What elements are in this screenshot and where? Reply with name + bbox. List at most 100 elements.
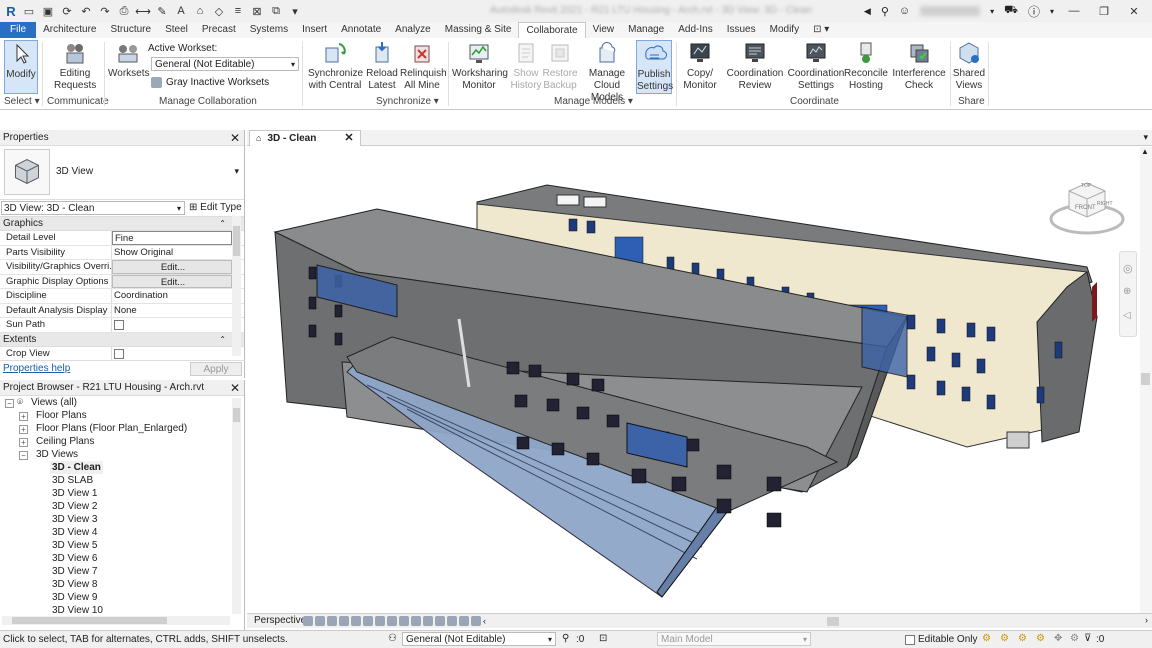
publish-settings-button[interactable]: Publish Settings (636, 40, 673, 94)
detail-level-icon[interactable] (315, 616, 325, 626)
active-workset-select[interactable]: General (Not Editable) ▾ (151, 57, 299, 71)
3d-view-canvas[interactable]: FRONT TOP RIGHT ◎ ⊕ ◁ (247, 147, 1140, 613)
tab-menu-icon[interactable]: ▾ (1143, 132, 1148, 143)
reconcile-hosting-button[interactable]: Reconcile Hosting (844, 40, 888, 92)
tree-item-3d-view[interactable]: 3D View 8 (52, 578, 97, 591)
tab-architecture[interactable]: Architecture (36, 22, 103, 38)
coordination-review-button[interactable]: Coordination Review (726, 40, 784, 92)
collapse-icon[interactable]: ◀ (864, 6, 871, 17)
select-pinned-icon[interactable]: ⚙ (1018, 633, 1027, 644)
expand-toggle[interactable]: + (19, 438, 28, 447)
editable-icon[interactable]: ⚲ (562, 633, 569, 644)
sync-icon[interactable]: ⟳ (59, 3, 75, 19)
tree-item-ceiling-plans[interactable]: Ceiling Plans (36, 435, 94, 448)
interference-check-button[interactable]: Interference Check (892, 40, 946, 92)
instance-selector[interactable]: 3D View: 3D - Clean ▾ (1, 201, 185, 215)
tag-icon[interactable]: ✎ (154, 3, 170, 19)
visibility-graphics-edit-button[interactable]: Edit... (112, 260, 232, 274)
worksharing-display-icon[interactable] (435, 616, 445, 626)
save-icon[interactable]: ▣ (40, 3, 56, 19)
synchronize-with-central-button[interactable]: Synchronize with Central (308, 40, 363, 92)
worksharing-monitor-button[interactable]: Worksharing Monitor (452, 40, 508, 92)
reveal-constraints-icon[interactable] (471, 616, 481, 626)
editable-only-toggle[interactable]: Editable Only (905, 634, 977, 645)
tab-add-ins[interactable]: Add-Ins (671, 22, 719, 38)
highlight-displacement-icon[interactable] (459, 616, 469, 626)
extents-section[interactable]: Extents ⌃ (0, 332, 244, 347)
view-vertical-scrollbar[interactable]: ▲ (1140, 147, 1152, 613)
tree-item-3d-view[interactable]: 3D View 9 (52, 591, 97, 604)
coordination-settings-button[interactable]: Coordination Settings (786, 40, 846, 92)
measure-icon[interactable]: ⟷ (135, 3, 151, 19)
customize-icon[interactable]: ▾ (287, 3, 303, 19)
scroll-thumb[interactable] (233, 226, 240, 256)
chevron-down-icon[interactable]: ▾ (990, 7, 994, 16)
text-icon[interactable]: A (173, 3, 189, 19)
render-icon[interactable] (363, 616, 373, 626)
reload-latest-button[interactable]: Reload Latest (364, 40, 400, 92)
tab-annotate[interactable]: Annotate (334, 22, 388, 38)
user-name[interactable] (920, 6, 981, 16)
properties-scrollbar[interactable] (232, 216, 241, 356)
collapse-toggle[interactable]: − (5, 399, 14, 408)
thin-lines-icon[interactable]: ≡ (230, 3, 246, 19)
browser-vertical-scrollbar[interactable] (232, 398, 241, 614)
open-icon[interactable]: ▭ (21, 3, 37, 19)
main-model-select[interactable]: Main Model ▾ (657, 632, 811, 646)
steering-wheel-icon[interactable]: ◎ (1123, 262, 1133, 275)
show-history-button[interactable]: Show History (510, 40, 542, 92)
visual-style-icon[interactable] (327, 616, 337, 626)
view-tab-3d-clean[interactable]: ⌂ 3D - Clean ✕ (249, 130, 361, 146)
tab-systems[interactable]: Systems (243, 22, 295, 38)
cart-icon[interactable]: ⛟ (1004, 4, 1018, 18)
copy-monitor-button[interactable]: Copy/Monitor (680, 40, 720, 92)
scroll-thumb[interactable] (233, 408, 240, 422)
editable-only-checkbox[interactable] (905, 634, 915, 645)
tab-insert[interactable]: Insert (295, 22, 334, 38)
graphic-display-edit-button[interactable]: Edit... (112, 274, 232, 288)
temporary-hide-icon[interactable] (411, 616, 421, 626)
scroll-right-icon[interactable]: › (1145, 615, 1148, 625)
scroll-up-icon[interactable]: ▲ (1141, 147, 1149, 156)
tab-precast[interactable]: Precast (195, 22, 243, 38)
tree-item-3d-views[interactable]: 3D Views (36, 448, 78, 461)
select-links-icon[interactable]: ⚙ (982, 633, 991, 644)
modify-button[interactable]: Modify (4, 40, 38, 94)
close-button[interactable]: ✕ (1124, 5, 1144, 18)
look-icon[interactable]: ◁ (1123, 310, 1131, 321)
analytical-model-icon[interactable] (447, 616, 457, 626)
collapse-toggle[interactable]: − (19, 451, 28, 460)
background-process-icon[interactable]: ⚙ (1070, 633, 1079, 644)
graphics-section[interactable]: Graphics ⌃ (0, 217, 244, 231)
close-icon[interactable]: ✕ (230, 380, 240, 396)
design-options-icon[interactable]: ⊡ (599, 633, 607, 644)
tree-item-3d-slab[interactable]: 3D SLAB (52, 474, 93, 487)
type-selector[interactable]: 3D View ▾ (0, 146, 244, 200)
undo-icon[interactable]: ↶ (78, 3, 94, 19)
viewcube-front-label[interactable]: FRONT (1075, 205, 1096, 211)
gray-inactive-worksets-button[interactable]: Gray Inactive Worksets (151, 77, 269, 88)
scroll-thumb[interactable] (1141, 373, 1150, 385)
tab-analyze[interactable]: Analyze (388, 22, 438, 38)
scroll-thumb[interactable] (12, 617, 167, 624)
restore-backup-button[interactable]: Restore Backup (542, 40, 578, 92)
shared-views-button[interactable]: Shared Views (952, 40, 986, 92)
minimize-button[interactable]: — (1064, 5, 1084, 17)
crop-view-icon[interactable] (375, 616, 385, 626)
browser-horizontal-scrollbar[interactable] (2, 616, 230, 625)
switch-windows-icon[interactable]: ⧉ (268, 3, 284, 19)
ribbon-options-icon[interactable]: ⊡ ▾ (806, 22, 836, 38)
drag-on-selection-icon[interactable]: ✥ (1054, 633, 1062, 644)
tree-item-floor-plans-enlarged[interactable]: Floor Plans (Floor Plan_Enlarged) (36, 422, 187, 435)
viewcube-right-label[interactable]: RIGHT (1097, 201, 1113, 207)
tree-item-floor-plans[interactable]: Floor Plans (36, 409, 87, 422)
edit-type-button[interactable]: ⊞ Edit Type (189, 202, 242, 213)
detail-level-field[interactable]: Fine (112, 231, 232, 245)
tree-item-3d-view[interactable]: 3D View 7 (52, 565, 97, 578)
tab-issues[interactable]: Issues (720, 22, 763, 38)
tree-item-3d-view[interactable]: 3D View 2 (52, 500, 97, 513)
tab-steel[interactable]: Steel (158, 22, 195, 38)
default-analysis-field[interactable]: None (112, 304, 232, 318)
viewcube-top-label[interactable]: TOP (1081, 183, 1091, 189)
lock-view-icon[interactable] (399, 616, 409, 626)
